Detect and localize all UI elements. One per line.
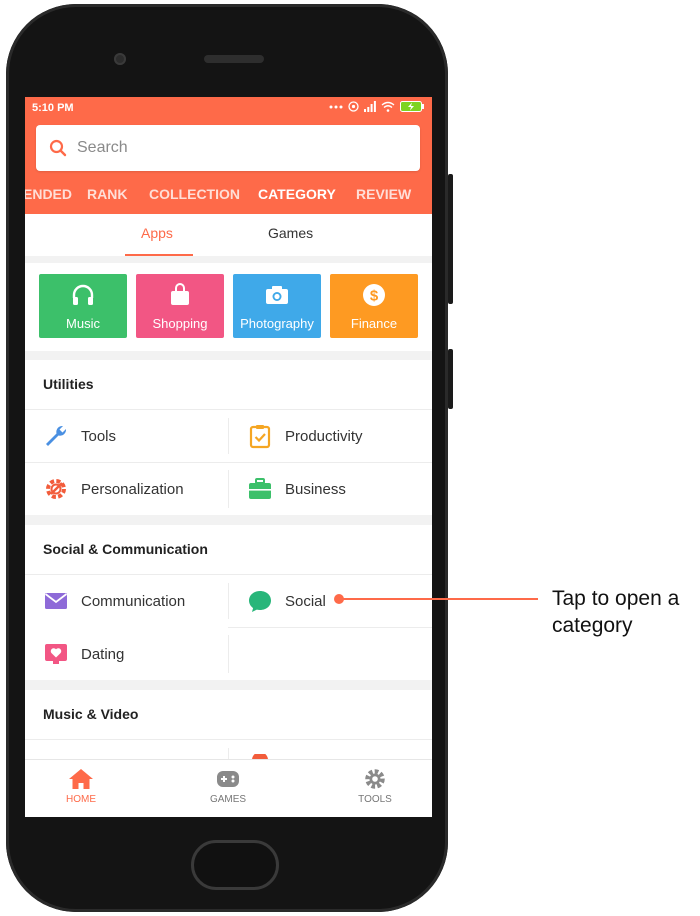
section-title: Social & Communication <box>43 541 208 557</box>
battery-charging-icon <box>400 101 424 112</box>
nav-label: GAMES <box>209 794 247 805</box>
status-icons <box>329 101 424 112</box>
svg-text:$: $ <box>370 288 379 305</box>
callout-dot <box>334 594 344 604</box>
heart-screen-icon <box>45 644 67 664</box>
section-title: Music & Video <box>43 706 139 722</box>
search-icon <box>49 139 67 157</box>
tile-music[interactable]: Music <box>39 274 127 338</box>
headphones-icon <box>72 284 94 305</box>
divider <box>25 409 432 410</box>
category-dating[interactable]: Dating <box>43 640 124 668</box>
front-camera <box>114 53 126 65</box>
divider <box>25 739 432 740</box>
active-tab-underline <box>125 254 193 256</box>
sub-tab-apps[interactable]: Apps <box>141 225 173 241</box>
tab-review[interactable]: REVIEW <box>356 186 411 202</box>
featured-categories: Music Shopping Photography $ Finance <box>25 263 432 351</box>
tab-collection[interactable]: COLLECTION <box>149 186 240 202</box>
signal-icon <box>364 101 376 112</box>
divider <box>228 583 229 619</box>
earpiece-speaker <box>204 55 264 63</box>
app-header: 5:10 PM ENDED RANK COLLECTION CATEGORY R… <box>25 97 432 214</box>
tile-label: Photography <box>240 316 314 331</box>
gamepad-icon <box>217 771 239 787</box>
tile-shopping[interactable]: Shopping <box>136 274 224 338</box>
wrench-icon <box>46 425 67 446</box>
section-utilities: Utilities Tools Productivity Personaliza… <box>25 360 432 515</box>
nav-label: TOOLS <box>358 794 392 805</box>
nav-games[interactable]: GAMES <box>188 768 268 805</box>
more-dots-icon <box>329 105 343 108</box>
shopping-bag-icon <box>171 283 189 305</box>
category-personalization[interactable]: Personalization <box>43 475 184 503</box>
status-bar: 5:10 PM <box>25 97 432 119</box>
search-input[interactable] <box>77 139 377 157</box>
category-label: Dating <box>81 645 125 663</box>
divider <box>228 635 229 673</box>
sub-tab-bar: Apps Games <box>25 214 432 256</box>
status-time: 5:10 PM <box>32 102 74 114</box>
tab-category[interactable]: CATEGORY <box>258 186 336 202</box>
volume-button <box>448 174 453 304</box>
briefcase-icon <box>249 478 271 499</box>
category-label: Social <box>285 592 326 610</box>
divider <box>228 470 229 508</box>
camera-icon <box>266 286 288 304</box>
envelope-icon <box>44 593 68 609</box>
category-label: Business <box>285 480 346 498</box>
search-bar[interactable] <box>36 125 420 171</box>
data-saver-icon <box>348 101 359 112</box>
gear-icon <box>365 769 385 789</box>
category-label: Communication <box>81 592 186 610</box>
divider <box>25 574 432 575</box>
top-tab-bar: ENDED RANK COLLECTION CATEGORY REVIEW <box>25 177 432 214</box>
tile-finance[interactable]: $ Finance <box>330 274 418 338</box>
category-productivity[interactable]: Productivity <box>247 422 363 450</box>
category-label: Tools <box>81 427 117 445</box>
bottom-navigation: HOME GAMES TOOLS <box>25 759 432 817</box>
category-social[interactable]: Social <box>247 587 326 615</box>
gear-brush-icon <box>46 479 66 499</box>
tile-photography[interactable]: Photography <box>233 274 321 338</box>
callout-line <box>340 598 538 600</box>
divider <box>228 418 229 454</box>
category-communication[interactable]: Communication <box>43 587 185 615</box>
tab-recommended[interactable]: ENDED <box>25 186 72 202</box>
dollar-coin-icon: $ <box>363 284 385 306</box>
home-key[interactable] <box>191 840 279 890</box>
tab-rank[interactable]: RANK <box>87 186 127 202</box>
section-social-communication: Social & Communication Communication Soc… <box>25 525 432 680</box>
nav-tools[interactable]: TOOLS <box>335 768 415 805</box>
tile-label: Shopping <box>152 316 208 331</box>
clipboard-check-icon <box>249 425 271 449</box>
home-icon <box>69 769 93 789</box>
wifi-icon <box>381 101 395 112</box>
chat-bubble-icon <box>249 591 271 612</box>
divider <box>25 462 432 463</box>
tile-label: Music <box>66 316 100 331</box>
category-label: Productivity <box>285 427 363 445</box>
category-label: Personalization <box>81 480 184 498</box>
phone-screen: 5:10 PM ENDED RANK COLLECTION CATEGORY R… <box>25 97 432 817</box>
nav-home[interactable]: HOME <box>41 768 121 805</box>
power-button <box>448 349 453 409</box>
sub-tab-games[interactable]: Games <box>268 225 313 241</box>
callout-text: Tap to open a category <box>552 587 680 637</box>
category-tools[interactable]: Tools <box>43 422 116 450</box>
tile-label: Finance <box>350 316 398 331</box>
nav-label: HOME <box>66 794 96 805</box>
divider <box>228 627 432 628</box>
section-music-video: Music & Video <box>25 690 432 760</box>
category-business[interactable]: Business <box>247 475 346 503</box>
section-title: Utilities <box>43 376 94 392</box>
